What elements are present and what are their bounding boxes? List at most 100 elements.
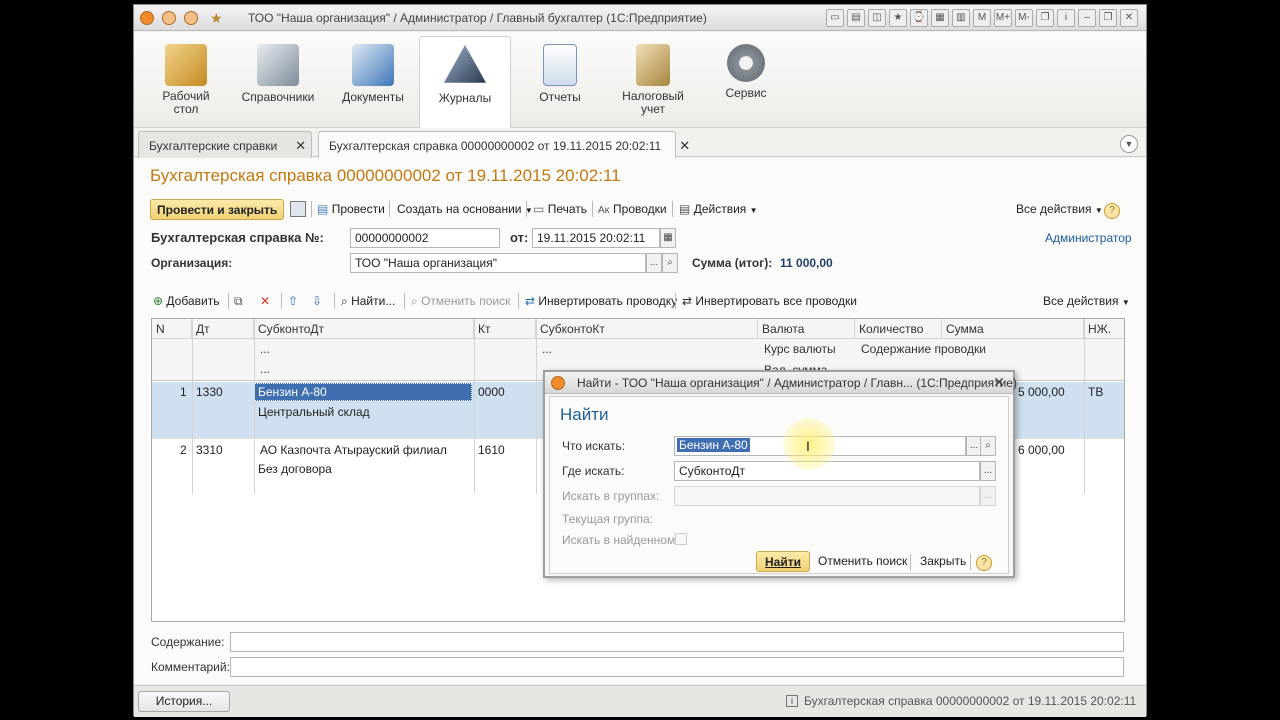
section-service[interactable]: Сервис bbox=[700, 36, 792, 124]
organization-label: Организация: bbox=[151, 256, 233, 270]
post-and-close-button[interactable]: Провести и закрыть bbox=[150, 199, 285, 220]
in-found-checkbox[interactable] bbox=[675, 533, 687, 545]
tab-close-icon[interactable]: ✕ bbox=[295, 138, 306, 153]
history-button[interactable]: История... bbox=[138, 691, 230, 712]
tab-accounting-certificate-doc[interactable]: Бухгалтерская справка 00000000002 от 19.… bbox=[318, 131, 690, 158]
help-button[interactable]: ? bbox=[1104, 199, 1120, 220]
where-label: Где искать: bbox=[562, 464, 625, 478]
number-field[interactable]: 00000000002 bbox=[350, 228, 500, 248]
tab-accounting-certificates[interactable]: Бухгалтерские справки ✕ bbox=[138, 131, 312, 158]
chevron-down-icon: ▼ bbox=[1094, 206, 1103, 215]
calendar-icon[interactable]: ▦ bbox=[660, 228, 676, 248]
windows-icon[interactable]: ❐ bbox=[1036, 9, 1054, 27]
section-journals[interactable]: Журналы bbox=[419, 36, 511, 128]
section-tax[interactable]: Налоговый учет bbox=[607, 36, 699, 124]
keyboard-icon bbox=[257, 44, 299, 86]
column-header-kt[interactable]: Кт bbox=[474, 319, 536, 339]
calculator-icon[interactable]: ▦ bbox=[931, 9, 949, 27]
add-row-button[interactable]: ⊕ Добавить bbox=[153, 291, 219, 312]
create-based-on-button[interactable]: Создать на основании ▼ bbox=[397, 199, 533, 220]
help-button[interactable]: ? bbox=[976, 551, 992, 572]
close-icon[interactable]: ✕ bbox=[1120, 9, 1138, 27]
cancel-search-button[interactable]: ⌕ Отменить поиск bbox=[411, 291, 510, 312]
info-icon[interactable]: i bbox=[1057, 9, 1075, 27]
move-up-icon[interactable]: ⇧ bbox=[288, 291, 298, 312]
print-button[interactable]: ▭ Печать bbox=[533, 199, 587, 220]
invert-entry-button[interactable]: ⇄ Инвертировать проводку bbox=[525, 291, 677, 312]
close-icon[interactable]: ✕ bbox=[993, 374, 1005, 391]
invert-all-button[interactable]: ⇄ Инвертировать все проводки bbox=[682, 291, 857, 312]
column-header-currency[interactable]: Валюта bbox=[758, 319, 855, 339]
selected-cell[interactable]: Бензин А-80 bbox=[258, 385, 327, 399]
where-field[interactable]: СубконтоДт bbox=[674, 461, 980, 481]
content-field[interactable] bbox=[230, 632, 1124, 652]
search-icon[interactable]: ⌕ bbox=[980, 436, 996, 456]
column-header-nzh[interactable]: НЖ. bbox=[1084, 319, 1124, 339]
select-ellipsis-icon[interactable]: ... bbox=[646, 253, 662, 273]
cancel-search-button[interactable]: Отменить поиск bbox=[818, 551, 907, 572]
column-header-n[interactable]: N bbox=[152, 319, 192, 339]
minimize-icon[interactable]: – bbox=[1078, 9, 1096, 27]
column-header-sum[interactable]: Сумма bbox=[942, 319, 1084, 339]
preview-icon[interactable]: ◫ bbox=[868, 9, 886, 27]
comment-label: Комментарий: bbox=[151, 660, 230, 674]
move-down-icon[interactable]: ⇩ bbox=[312, 291, 322, 312]
user-link[interactable]: Администратор bbox=[1045, 231, 1132, 245]
section-desktop[interactable]: Рабочий стол bbox=[140, 36, 232, 124]
select-ellipsis-icon[interactable]: ... bbox=[980, 461, 996, 481]
all-actions-button[interactable]: Все действия ▼ bbox=[1016, 199, 1103, 220]
app-logo-icon[interactable] bbox=[140, 11, 154, 25]
organization-field[interactable]: ТОО "Наша организация" bbox=[350, 253, 646, 273]
what-label: Что искать: bbox=[562, 439, 626, 453]
sum-value: 11 000,00 bbox=[780, 256, 833, 270]
tab-close-icon[interactable]: ✕ bbox=[679, 138, 690, 153]
gear-icon bbox=[727, 44, 765, 82]
status-message[interactable]: Бухгалтерская справка 00000000002 от 19.… bbox=[804, 694, 1136, 708]
save-icon[interactable] bbox=[290, 201, 306, 217]
journal-pyramid-icon bbox=[444, 45, 486, 83]
calendar-icon[interactable]: ▥ bbox=[952, 9, 970, 27]
memory-minus-icon[interactable]: M- bbox=[1015, 9, 1033, 27]
search-icon[interactable]: ⌕ bbox=[662, 253, 678, 273]
section-reports[interactable]: Отчеты bbox=[514, 36, 606, 124]
memory-icon[interactable]: M bbox=[973, 9, 991, 27]
grid-all-actions-button[interactable]: Все действия ▼ bbox=[1043, 291, 1130, 312]
favorites-add-icon[interactable]: ★ bbox=[889, 9, 907, 27]
column-header-subkonto-dt[interactable]: СубконтоДт bbox=[254, 319, 474, 339]
in-groups-field[interactable] bbox=[674, 486, 980, 506]
history-icon[interactable]: ⌚ bbox=[910, 9, 928, 27]
history-back-icon[interactable] bbox=[184, 11, 198, 25]
help-icon: ? bbox=[1104, 203, 1120, 219]
open-tabs-bar: Бухгалтерские справки ✕ Бухгалтерская спр… bbox=[134, 129, 1146, 158]
tabs-dropdown-icon[interactable]: ▼ bbox=[1120, 135, 1138, 153]
menu-dropdown-icon[interactable] bbox=[162, 11, 176, 25]
favorites-star-icon[interactable]: ★ bbox=[210, 10, 223, 27]
date-field[interactable]: 19.11.2015 20:02:11 bbox=[532, 228, 660, 248]
save-icon[interactable]: ▭ bbox=[826, 9, 844, 27]
copy-row-icon[interactable]: ⧉ bbox=[234, 291, 243, 312]
comment-field[interactable] bbox=[230, 657, 1124, 677]
in-found-label: Искать в найденном: bbox=[562, 533, 679, 547]
find-button[interactable]: ⌕ Найти... bbox=[341, 291, 395, 312]
post-icon: ▤ bbox=[317, 202, 329, 216]
search-icon: ⌕ bbox=[341, 294, 348, 308]
select-ellipsis-icon[interactable]: ... bbox=[980, 486, 996, 506]
entries-button[interactable]: Aᴋ Проводки bbox=[598, 199, 667, 220]
section-documents[interactable]: Документы bbox=[327, 36, 419, 124]
entries-icon: Aᴋ bbox=[598, 205, 610, 216]
close-button[interactable]: Закрыть bbox=[920, 551, 966, 572]
post-button[interactable]: ▤ Провести bbox=[317, 199, 385, 220]
restore-icon[interactable]: ❐ bbox=[1099, 9, 1117, 27]
cancel-search-icon: ⌕ bbox=[411, 294, 418, 308]
app-logo-icon bbox=[551, 376, 565, 390]
column-header-dt[interactable]: Дт bbox=[192, 319, 254, 339]
print-icon[interactable]: ▤ bbox=[847, 9, 865, 27]
memory-plus-icon[interactable]: M+ bbox=[994, 9, 1012, 27]
find-submit-button[interactable]: Найти bbox=[756, 551, 810, 572]
delete-row-icon[interactable]: ✕ bbox=[260, 291, 270, 312]
title-bar: ★ ТОО "Наша организация" / Администратор… bbox=[134, 5, 1146, 31]
column-header-subkonto-kt[interactable]: СубконтоКт bbox=[536, 319, 758, 339]
column-header-quantity[interactable]: Количество bbox=[855, 319, 942, 339]
actions-button[interactable]: ▤ Действия ▼ bbox=[679, 199, 758, 220]
section-catalogs[interactable]: Справочники bbox=[232, 36, 324, 124]
